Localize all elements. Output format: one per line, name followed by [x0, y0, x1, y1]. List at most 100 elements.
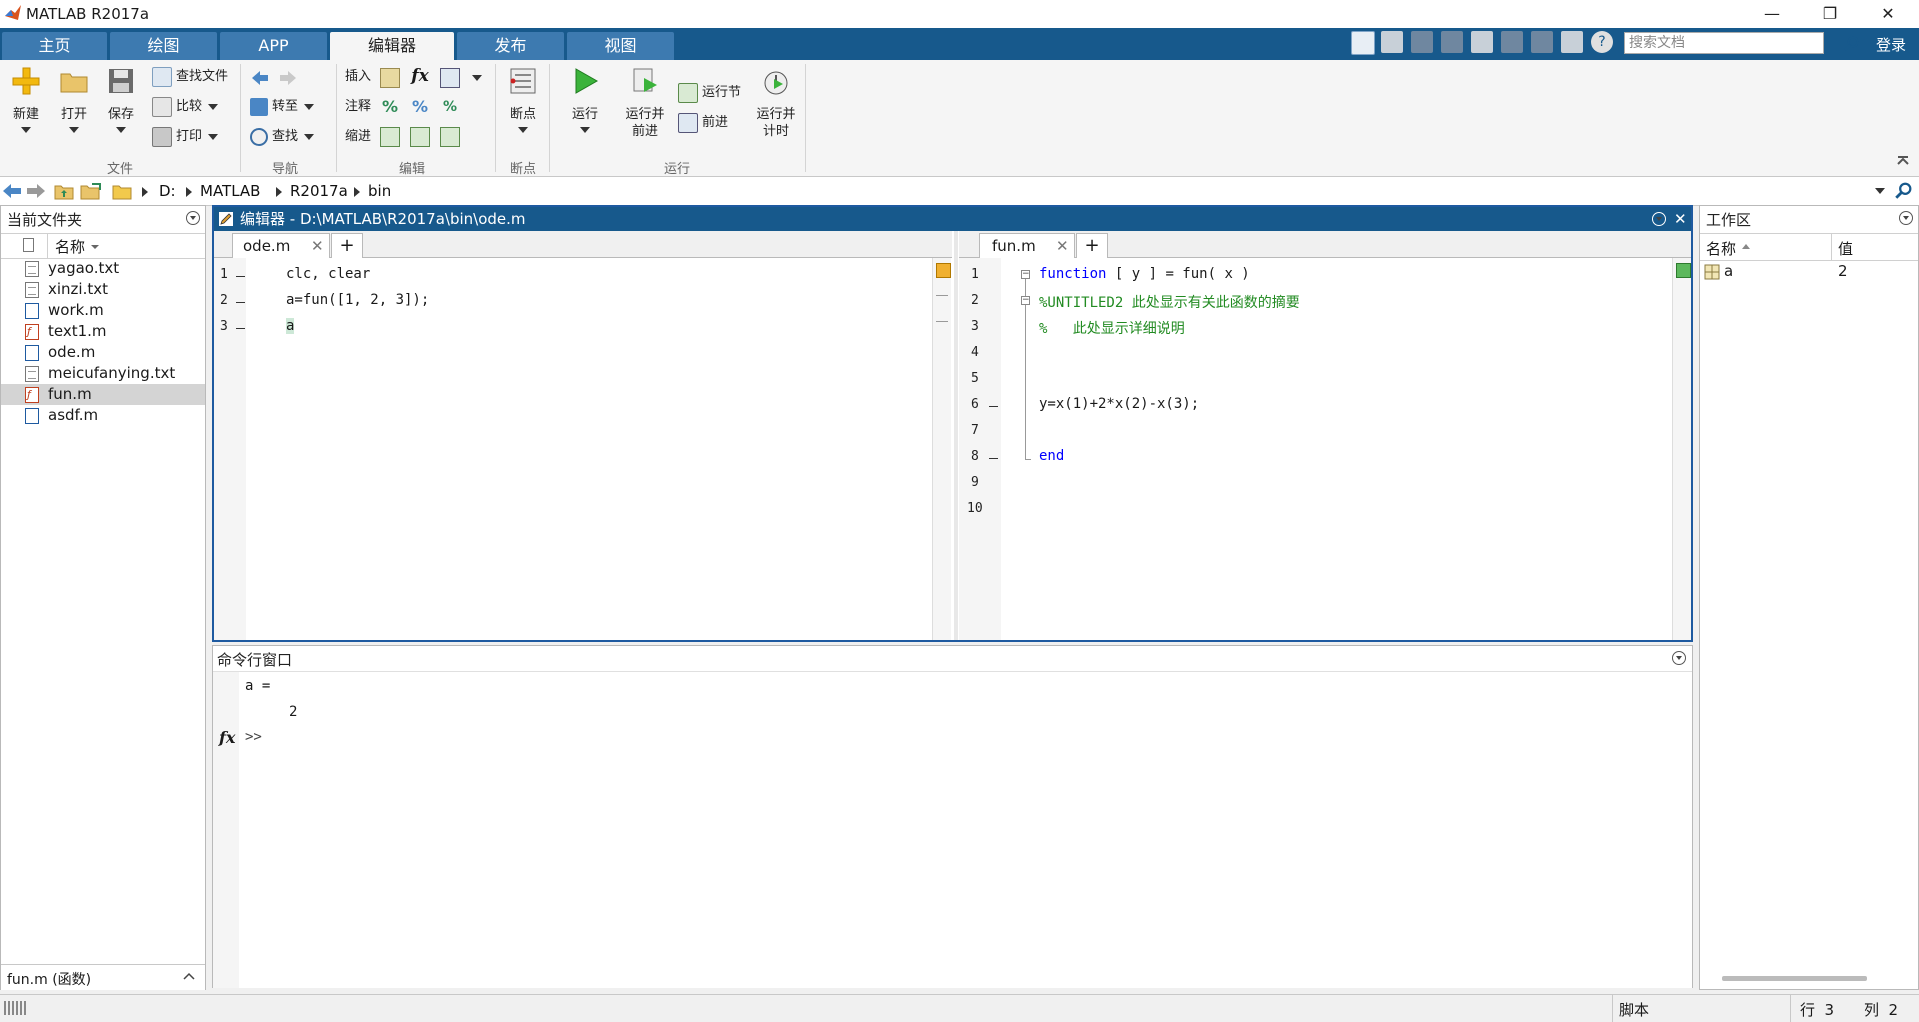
increase-indent-icon[interactable] [410, 127, 430, 147]
breadcrumb-arrow[interactable] [276, 187, 282, 197]
sort-ascending-icon[interactable] [1742, 244, 1750, 249]
open-button[interactable]: 打开 [51, 66, 97, 133]
code-line-8[interactable]: end [1039, 448, 1064, 464]
close-window-button[interactable]: ✕ [1859, 0, 1917, 28]
code-line-2[interactable]: %UNTITLED2 此处显示有关此函数的摘要 [1039, 292, 1300, 312]
file-type-column-icon[interactable] [23, 238, 34, 252]
wrap-comments-icon[interactable]: % [440, 97, 460, 117]
breadcrumb-arrow[interactable] [354, 187, 360, 197]
collapse-ribbon-icon[interactable] [1896, 154, 1910, 168]
print-button[interactable]: 打印 [152, 126, 219, 148]
breakpoints-button[interactable]: 断点 [500, 66, 546, 133]
list-item-yagao-txt[interactable]: yagao.txt [1, 258, 205, 279]
editor-menu-icon[interactable] [1652, 212, 1666, 226]
breadcrumb-bin[interactable]: bin [368, 182, 391, 200]
address-dropdown-arrow[interactable] [1875, 188, 1885, 194]
ws-value-column-header[interactable]: 值 [1838, 238, 1853, 259]
minimize-button[interactable]: — [1743, 0, 1801, 28]
back-icon[interactable] [2, 182, 22, 200]
browse-folder-icon[interactable] [80, 182, 102, 200]
find-button[interactable]: 查找 [250, 126, 315, 148]
advance-button[interactable]: 前进 [678, 112, 728, 134]
new-tab-plus-icon[interactable]: + [331, 233, 363, 258]
compare-dropdown-arrow[interactable] [208, 103, 219, 110]
login-link[interactable]: 登录 [1876, 34, 1906, 55]
quick-access-cut-icon[interactable] [1411, 31, 1433, 53]
command-prompt[interactable]: >> [245, 729, 262, 745]
back-arrow-icon[interactable] [250, 68, 270, 88]
warning-indicator-icon[interactable] [936, 263, 951, 278]
breadcrumb-matlab[interactable]: MATLAB [200, 182, 260, 200]
compare-button[interactable]: 比较 [152, 96, 219, 118]
close-tab-icon[interactable]: ✕ [1056, 234, 1069, 258]
quick-access-switch-windows-icon[interactable] [1561, 31, 1583, 53]
run-and-advance-button[interactable]: 运行并 前进 [622, 66, 668, 140]
new-dropdown-arrow[interactable] [21, 127, 31, 133]
fold-function-icon[interactable]: − [1021, 270, 1030, 279]
warning-tick[interactable] [936, 295, 948, 296]
breadcrumb-d[interactable]: D: [159, 182, 176, 200]
code-line-2[interactable]: a=fun([1, 2, 3]); [286, 292, 429, 308]
run-dropdown-arrow[interactable] [580, 127, 590, 133]
name-column-header[interactable]: 名称 [55, 236, 85, 257]
breakpoints-dropdown-arrow[interactable] [518, 127, 528, 133]
tab-view[interactable]: 视图 [567, 32, 674, 60]
decrease-indent-icon[interactable] [440, 127, 460, 147]
search-icon[interactable] [1843, 36, 1859, 52]
open-dropdown-arrow[interactable] [69, 127, 79, 133]
address-search-icon[interactable] [1894, 182, 1912, 200]
uncomment-icon[interactable]: % [410, 97, 430, 117]
list-item-asdf-m[interactable]: asdf.m [1, 405, 205, 426]
quick-access-layout-icon[interactable] [1351, 31, 1375, 55]
tab-ode-m[interactable]: ode.m ✕ [232, 233, 330, 258]
ws-name-column-header[interactable]: 名称 [1706, 238, 1736, 259]
list-item-text1-m[interactable]: text1.m [1, 321, 205, 342]
expand-details-icon[interactable] [183, 971, 195, 981]
help-icon[interactable]: ? [1591, 31, 1613, 53]
horizontal-scrollbar[interactable] [1722, 976, 1867, 981]
smart-indent-icon[interactable] [380, 127, 400, 147]
quick-access-undo-icon[interactable] [1501, 31, 1523, 53]
editor-close-icon[interactable]: ✕ [1674, 207, 1687, 231]
executable-line-marker[interactable] [236, 276, 245, 277]
code-line-3[interactable]: a [286, 318, 295, 334]
close-tab-icon[interactable]: ✕ [311, 234, 324, 258]
code-line-1[interactable]: clc, clear [286, 266, 370, 282]
up-folder-icon[interactable] [54, 182, 74, 200]
forward-arrow-icon[interactable] [278, 68, 298, 88]
forward-icon[interactable] [26, 182, 46, 200]
list-item-ode-m[interactable]: ode.m [1, 342, 205, 363]
fold-comment-icon[interactable]: − [1021, 296, 1030, 305]
tab-publish[interactable]: 发布 [457, 32, 564, 60]
executable-line-marker[interactable] [236, 328, 245, 329]
executable-line-marker[interactable] [989, 406, 998, 407]
indent-label[interactable]: 缩进 [345, 126, 371, 148]
comment-percent-icon[interactable]: % [380, 97, 400, 117]
tab-apps[interactable]: APP [220, 32, 327, 60]
list-item-xinzi-txt[interactable]: xinzi.txt [1, 279, 205, 300]
restore-button[interactable]: ❐ [1801, 0, 1859, 28]
sort-arrow-icon[interactable] [91, 245, 99, 249]
save-button[interactable]: 保存 [98, 66, 144, 133]
command-window-menu-icon[interactable] [1672, 651, 1686, 665]
quick-access-redo-icon[interactable] [1531, 31, 1553, 53]
tab-plots[interactable]: 绘图 [110, 32, 217, 60]
table-row[interactable]: a 2 [1700, 261, 1918, 283]
breadcrumb-arrow[interactable] [142, 187, 148, 197]
quick-access-paste-icon[interactable] [1471, 31, 1493, 53]
goto-dropdown-arrow[interactable] [304, 103, 315, 110]
executable-line-marker[interactable] [989, 458, 998, 459]
function-browser-fx-icon[interactable]: fx [219, 728, 235, 747]
quick-access-save-icon[interactable] [1381, 31, 1403, 53]
workspace-menu-icon[interactable] [1899, 211, 1913, 225]
print-dropdown-arrow[interactable] [208, 133, 219, 140]
run-and-time-button[interactable]: 运行并 计时 [753, 66, 799, 140]
save-dropdown-arrow[interactable] [116, 127, 126, 133]
breadcrumb-arrow[interactable] [186, 187, 192, 197]
insert-function-fx-icon[interactable]: fx [410, 66, 430, 86]
run-button[interactable]: 运行 [562, 66, 608, 133]
insert-function-box-icon[interactable] [440, 68, 460, 88]
goto-button[interactable]: 转至 [250, 96, 315, 118]
code-line-6[interactable]: y=x(1)+2*x(2)-x(3); [1039, 396, 1199, 412]
run-section-button[interactable]: 运行节 [678, 82, 741, 104]
